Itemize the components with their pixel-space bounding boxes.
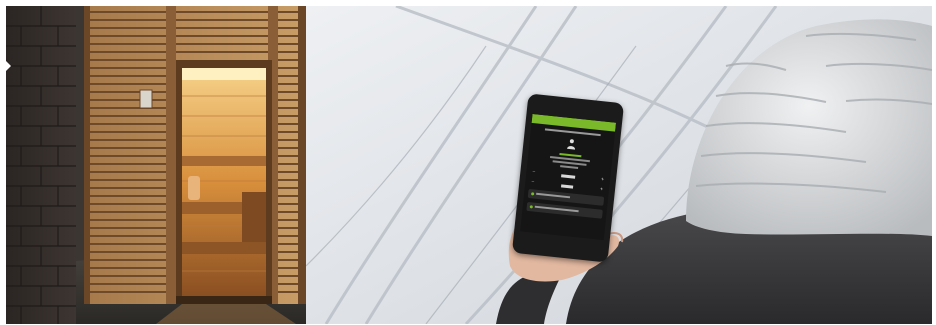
status-dot-icon [530,192,535,196]
plus-icon: + [600,176,605,183]
temperature-value [561,173,576,179]
status-dot-icon [529,205,533,209]
smartphone: − + − + [511,93,625,263]
sauna-scene [6,6,306,324]
minus-icon: − [531,179,535,186]
snow-phone-photo: − + − + [306,6,932,324]
humidity-value [560,183,574,189]
sauna-user-icon [567,139,576,150]
sauna-photo [6,6,306,324]
photo-collage: − + − + [6,6,932,324]
plus-icon: + [599,186,604,193]
minus-icon: − [532,169,536,176]
sauna-app-screen: − + − + [520,113,617,241]
